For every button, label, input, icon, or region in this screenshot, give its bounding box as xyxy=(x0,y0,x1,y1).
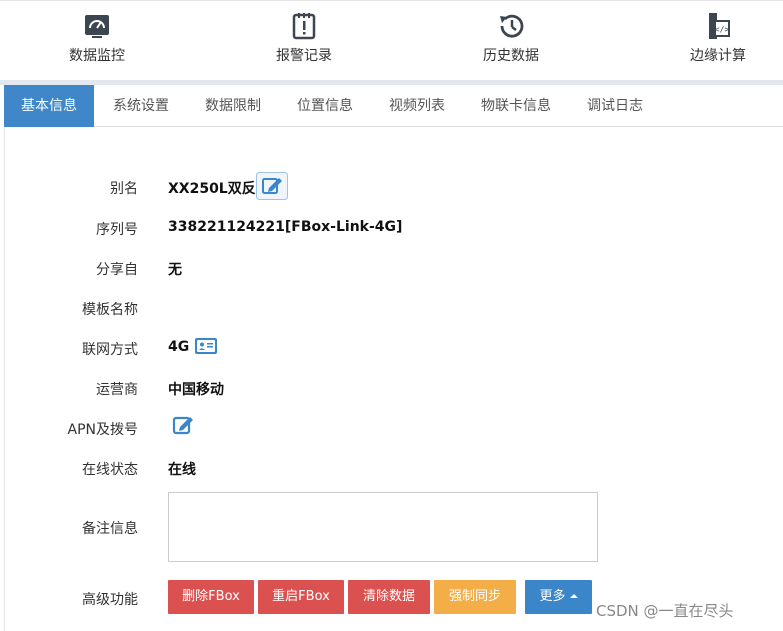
online-status-label: 在线状态 xyxy=(82,462,138,478)
serial-value: 338221124221[FBox-Link-4G] xyxy=(168,219,403,235)
advanced-functions-label: 高级功能 xyxy=(82,592,138,608)
watermark: CSDN @一直在尽头 xyxy=(596,602,734,620)
tab-debug-log[interactable]: 调试日志 xyxy=(572,85,658,127)
clear-data-button[interactable]: 清除数据 xyxy=(348,580,430,614)
remark-label: 备注信息 xyxy=(82,521,138,537)
id-card-icon xyxy=(195,338,217,354)
nav-history-data[interactable]: 历史数据 xyxy=(456,11,566,65)
delete-fbox-button[interactable]: 删除FBox xyxy=(168,580,254,614)
tab-location-info[interactable]: 位置信息 xyxy=(282,85,368,127)
edit-icon xyxy=(172,416,193,435)
carrier-value: 中国移动 xyxy=(168,382,224,398)
history-icon xyxy=(500,14,524,38)
apn-label: APN及拨号 xyxy=(67,422,139,438)
network-mode-label: 联网方式 xyxy=(82,342,138,358)
alias-value: XX250L双反 xyxy=(168,181,256,197)
tab-basic-info[interactable]: 基本信息 xyxy=(4,85,94,127)
online-status-value: 在线 xyxy=(168,462,196,478)
nav-label: 报警记录 xyxy=(276,48,332,64)
nav-edge-computing[interactable]: </> 边缘计算 xyxy=(663,11,773,65)
restart-fbox-button[interactable]: 重启FBox xyxy=(258,580,344,614)
nav-label: 边缘计算 xyxy=(690,48,746,64)
more-label: 更多 xyxy=(539,589,566,604)
nav-data-monitor[interactable]: 数据监控 xyxy=(42,11,152,65)
nav-label: 历史数据 xyxy=(483,48,539,64)
serial-label: 序列号 xyxy=(96,222,138,238)
caret-up-icon xyxy=(569,593,578,598)
tab-data-limit[interactable]: 数据限制 xyxy=(190,85,276,127)
alarm-clipboard-icon xyxy=(292,13,316,40)
edit-apn-button[interactable] xyxy=(172,414,194,440)
tab-video-list[interactable]: 视频列表 xyxy=(374,85,460,127)
edit-icon xyxy=(256,172,288,200)
content-left-border xyxy=(4,127,5,631)
edge-code-icon: </> xyxy=(709,13,730,39)
tab-iot-card-info[interactable]: 物联卡信息 xyxy=(466,85,566,127)
edit-alias-button[interactable] xyxy=(256,172,288,204)
top-nav-bar: 数据监控 报警记录 历史数据 </> 边缘计算 xyxy=(0,0,783,80)
carrier-label: 运营商 xyxy=(96,382,138,398)
alias-label: 别名 xyxy=(110,181,138,197)
force-sync-button[interactable]: 强制同步 xyxy=(434,580,516,614)
network-card-button[interactable] xyxy=(194,337,218,359)
remark-textarea[interactable] xyxy=(168,492,598,562)
tab-system-settings[interactable]: 系统设置 xyxy=(98,85,184,127)
nav-label: 数据监控 xyxy=(69,48,125,64)
network-mode-value: 4G xyxy=(168,339,190,355)
template-name-label: 模板名称 xyxy=(82,302,138,318)
gauge-icon xyxy=(85,15,109,38)
share-from-label: 分享自 xyxy=(96,262,138,278)
more-dropdown-button[interactable]: 更多 xyxy=(525,580,592,614)
tab-bar: 基本信息 系统设置 数据限制 位置信息 视频列表 物联卡信息 调试日志 xyxy=(4,85,783,127)
svg-text:</>: </> xyxy=(715,25,730,34)
share-from-value: 无 xyxy=(168,262,182,278)
nav-alarm-record[interactable]: 报警记录 xyxy=(249,11,359,65)
